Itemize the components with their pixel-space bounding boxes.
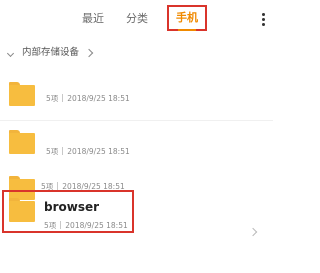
list-item[interactable]: 5项 2018/9/25 18:51 xyxy=(0,121,273,173)
top-tab-bar: 最近 分类 手机 xyxy=(0,0,273,40)
tab-category[interactable]: 分类 xyxy=(126,12,148,26)
item-meta: 5项 2018/9/25 18:51 xyxy=(46,94,130,104)
list-item-browser[interactable]: browser 5项 2018/9/25 18:51 xyxy=(0,190,273,242)
chevron-down-icon[interactable] xyxy=(6,49,15,58)
item-meta: 5项 2018/9/25 18:51 xyxy=(46,147,130,157)
item-date: 2018/9/25 18:51 xyxy=(65,221,128,230)
active-tab-indicator xyxy=(178,29,196,31)
tab-phone[interactable]: 手机 xyxy=(167,5,207,31)
list-item[interactable]: 5项 2018/9/25 18:51 xyxy=(0,68,273,120)
chevron-right-icon xyxy=(84,48,94,58)
folder-icon xyxy=(9,82,35,106)
item-count: 5项 xyxy=(44,221,57,230)
folder-icon xyxy=(9,130,35,154)
tab-recent[interactable]: 最近 xyxy=(82,12,104,26)
item-name: browser xyxy=(44,200,100,214)
breadcrumb-label[interactable]: 内部存储设备 xyxy=(22,46,79,60)
more-vertical-icon[interactable] xyxy=(261,12,265,28)
item-count: 5项 xyxy=(46,94,59,103)
item-date: 2018/9/25 18:51 xyxy=(67,147,130,156)
folder-icon xyxy=(9,198,35,222)
item-count: 5项 xyxy=(46,147,59,156)
breadcrumb[interactable]: 内部存储设备 xyxy=(0,40,273,68)
item-meta: 5项 2018/9/25 18:51 xyxy=(44,221,128,231)
item-date: 2018/9/25 18:51 xyxy=(67,94,130,103)
